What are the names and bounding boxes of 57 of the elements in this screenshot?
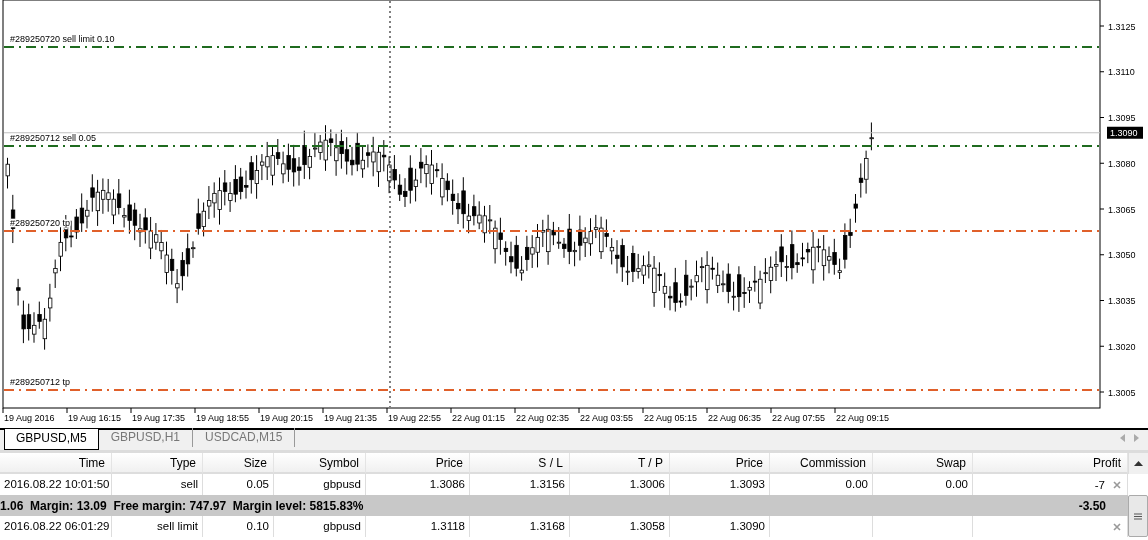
column-header[interactable]: Commission: [770, 453, 873, 474]
column-header[interactable]: Price: [670, 453, 770, 474]
profit-value: -7: [1094, 477, 1105, 493]
column-header[interactable]: S / L: [470, 453, 570, 474]
column-header[interactable]: Size: [203, 453, 274, 474]
total-profit: -3.50: [1078, 498, 1106, 513]
column-header[interactable]: T / P: [570, 453, 670, 474]
time-tick-label: 22 Aug 02:35: [516, 413, 570, 423]
column-header[interactable]: Profit: [973, 453, 1128, 474]
time-tick-label: 19 Aug 20:15: [260, 413, 314, 423]
grip-icon: [1134, 512, 1142, 520]
account-summary: 1.06 Margin: 13.09 Free margin: 747.97 Margin level: 5815.83%: [0, 498, 364, 513]
price-tick-label: 1.3020: [1108, 341, 1136, 352]
time-tick-label: 19 Aug 22:55: [388, 413, 442, 423]
order-line[interactable]: [4, 389, 1099, 391]
current-price-tag: 1.3090: [1107, 126, 1143, 139]
price-tick-label: 1.3005: [1108, 387, 1136, 398]
column-header[interactable]: Symbol: [274, 453, 366, 474]
time-tick-label: 22 Aug 07:55: [772, 413, 826, 423]
up-arrow-icon: [1134, 461, 1143, 466]
time-tick-label: 22 Aug 05:15: [644, 413, 698, 423]
time-tick-label: 19 Aug 17:35: [132, 413, 186, 423]
price-tick-label: 1.3035: [1108, 296, 1136, 306]
time-tick-label: 19 Aug 16:15: [68, 413, 122, 423]
time-tick-label: 22 Aug 06:35: [708, 413, 762, 423]
column-header[interactable]: Time: [0, 453, 112, 474]
chart-tab[interactable]: GBPUSD,M5: [4, 429, 99, 450]
chart-tab[interactable]: GBPUSD,H1: [98, 428, 194, 447]
time-tick-label: 19 Aug 21:35: [324, 413, 378, 423]
order-line[interactable]: [4, 145, 1099, 147]
price-tick-label: 1.3110: [1108, 67, 1135, 78]
time-tick-label: 22 Aug 01:15: [452, 413, 506, 423]
price-tick-label: 1.3125: [1108, 21, 1136, 32]
chart-tab[interactable]: USDCAD,M15: [193, 428, 296, 447]
candle: [5, 157, 10, 189]
order-label: #289250720 sell limit 0.10: [10, 34, 115, 44]
scroll-up-button[interactable]: [1128, 453, 1148, 474]
price-tick-label: 1.3080: [1108, 158, 1136, 169]
time-tick-label: 19 Aug 18:55: [196, 413, 250, 423]
price-tick-label: 1.3095: [1108, 113, 1136, 123]
column-header[interactable]: Swap: [873, 453, 973, 474]
scroll-left-icon[interactable]: [1120, 434, 1126, 442]
time-tick-label: 19 Aug 2016: [4, 413, 55, 423]
close-icon[interactable]: [1113, 522, 1121, 531]
order-label: #289250712 sell 0.05: [10, 133, 97, 143]
price-tick-label: 1.3050: [1108, 250, 1136, 261]
price-tick-label: 1.3065: [1108, 204, 1136, 215]
scroll-right-icon[interactable]: [1134, 434, 1140, 442]
column-header[interactable]: Type: [112, 453, 203, 474]
close-icon[interactable]: [1113, 480, 1121, 489]
time-tick-label: 22 Aug 03:55: [580, 413, 634, 423]
order-label: #289250712 tp: [10, 377, 71, 387]
scrollbar-thumb[interactable]: [1128, 495, 1148, 537]
order-line[interactable]: [4, 46, 1099, 48]
column-header[interactable]: Price: [366, 453, 470, 474]
time-tick-label: 22 Aug 09:15: [836, 413, 890, 423]
order-line[interactable]: [4, 230, 1099, 232]
